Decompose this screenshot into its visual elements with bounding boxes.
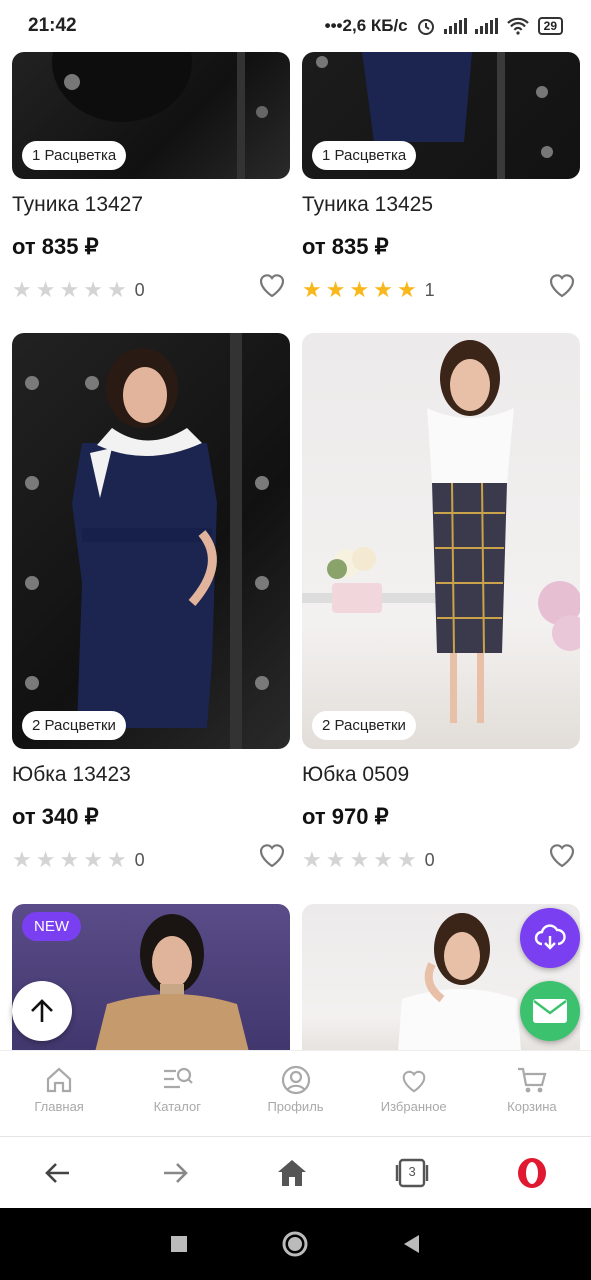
bottom-tab-bar: Главная Каталог Профиль Избранное Корзин… (0, 1050, 591, 1136)
rating-row: ★ ★ ★ ★ ★ 0 (12, 274, 290, 304)
star-icon: ★ (373, 277, 393, 302)
product-photo[interactable]: 2 Расцветки (302, 333, 580, 749)
star-icon: ★ (59, 847, 80, 872)
color-count-badge: 1 Расцветка (312, 141, 417, 170)
tab-profile[interactable]: Профиль (236, 1051, 354, 1136)
star-icon: ★ (35, 277, 56, 302)
new-badge: NEW (22, 912, 81, 941)
color-count-badge: 1 Расцветка (22, 141, 127, 170)
product-title[interactable]: Юбка 0509 (302, 763, 580, 787)
star-icon: ★ (106, 847, 127, 872)
star-icon: ★ (349, 847, 370, 872)
star-icon: ★ (83, 847, 103, 872)
tab-favorites[interactable]: Избранное (355, 1051, 473, 1136)
download-app-button[interactable] (520, 908, 580, 968)
rating-stars: ★ ★ ★ ★ ★ (12, 279, 127, 301)
back-arrow-icon[interactable] (43, 1158, 73, 1188)
network-speed: •••2,6 КБ/с (324, 16, 408, 35)
product-card[interactable]: 2 Расцветки Юбка 13423 от 340 ₽ ★ ★ ★ ★ ★ 0 (12, 333, 290, 874)
rating-row: ★ ★ ★ ★ ★ 0 (302, 844, 580, 874)
browser-toolbar: 3 (0, 1136, 591, 1208)
rating-stars: ★ ★ ★ ★ ★ (302, 279, 417, 301)
heart-icon (402, 1070, 426, 1093)
product-photo[interactable]: 1 Расцветка (12, 52, 290, 179)
forward-arrow-icon[interactable] (160, 1158, 190, 1188)
review-count: 0 (134, 849, 145, 870)
battery-icon: 29 (537, 17, 563, 35)
tab-label: Главная (34, 1099, 84, 1114)
product-photo[interactable]: 2 Расцветки (12, 333, 290, 749)
review-count: 1 (424, 279, 435, 300)
color-count-badge: 2 Расцветки (312, 711, 416, 740)
opera-logo-icon[interactable] (516, 1157, 548, 1189)
tab-cart[interactable]: Корзина (473, 1051, 591, 1136)
star-icon: ★ (325, 847, 346, 872)
system-navigation-bar (0, 1208, 591, 1280)
review-count: 0 (134, 279, 145, 300)
star-icon: ★ (83, 277, 103, 302)
star-icon: ★ (302, 277, 322, 302)
favorite-heart-icon[interactable] (256, 838, 288, 870)
alarm-icon (417, 19, 434, 35)
product-price: от 835 ₽ (302, 234, 389, 259)
star-icon: ★ (302, 847, 322, 872)
review-count: 0 (424, 849, 435, 870)
back-triangle-icon[interactable] (401, 1233, 423, 1255)
rating-row: ★ ★ ★ ★ ★ 0 (12, 844, 290, 874)
product-title[interactable]: Туника 13425 (302, 193, 580, 217)
product-title[interactable]: Туника 13427 (12, 193, 290, 217)
wifi-icon (506, 17, 529, 35)
cart-icon (517, 1067, 547, 1093)
rating-stars: ★ ★ ★ ★ ★ (12, 849, 127, 871)
star-icon: ★ (106, 277, 127, 302)
tab-catalog[interactable]: Каталог (118, 1051, 236, 1136)
tab-label: Каталог (153, 1099, 201, 1114)
recents-icon[interactable] (169, 1234, 189, 1254)
product-photo[interactable]: 1 Расцветка (302, 52, 580, 179)
favorite-heart-icon[interactable] (546, 268, 578, 300)
star-icon: ★ (325, 277, 346, 302)
tab-label: Профиль (267, 1099, 324, 1114)
catalog-search-icon (164, 1067, 194, 1089)
rating-stars: ★ ★ ★ ★ ★ (302, 849, 417, 871)
mail-button[interactable] (520, 981, 580, 1041)
product-title[interactable]: Юбка 13423 (12, 763, 290, 787)
star-icon: ★ (349, 277, 370, 302)
tab-home[interactable]: Главная (0, 1051, 118, 1136)
home-circle-icon[interactable] (281, 1230, 309, 1258)
tab-label: Избранное (380, 1099, 447, 1114)
home-icon[interactable] (276, 1158, 308, 1188)
signal-icon-2 (474, 18, 498, 34)
star-icon: ★ (396, 277, 417, 302)
cloud-download-icon (534, 924, 566, 950)
profile-icon (281, 1065, 310, 1095)
tab-label: Корзина (507, 1099, 557, 1114)
arrow-up-icon (31, 999, 53, 1022)
color-count-badge: 2 Расцветки (22, 711, 126, 740)
status-bar: 21:42 •••2,6 КБ/с 29 (0, 0, 591, 52)
product-price: от 340 ₽ (12, 804, 99, 829)
favorite-heart-icon[interactable] (256, 268, 288, 300)
product-card[interactable]: 1 Расцветка Туника 13425 от 835 ₽ ★ ★ ★ ★ ★ … (302, 52, 580, 304)
scroll-top-button[interactable] (12, 981, 72, 1041)
star-icon: ★ (396, 847, 417, 872)
product-feed[interactable]: 1 Расцветка Туника 13427 от 835 ₽ ★ ★ ★ ★ ★ … (0, 52, 591, 1050)
favorite-heart-icon[interactable] (546, 838, 578, 870)
star-icon: ★ (373, 847, 393, 872)
star-icon: ★ (59, 277, 80, 302)
rating-row: ★ ★ ★ ★ ★ 1 (302, 274, 580, 304)
star-icon: ★ (35, 847, 56, 872)
mail-icon (533, 999, 567, 1023)
product-card[interactable]: 2 Расцветки Юбка 0509 от 970 ₽ ★ ★ ★ ★ ★ 0 (302, 333, 580, 874)
product-card[interactable]: 1 Расцветка Туника 13427 от 835 ₽ ★ ★ ★ ★ ★ … (12, 52, 290, 304)
product-price: от 835 ₽ (12, 234, 99, 259)
tabs-counter[interactable]: 3 (395, 1157, 429, 1189)
home-icon (46, 1067, 72, 1093)
status-time: 21:42 (28, 15, 77, 36)
star-icon: ★ (12, 277, 32, 302)
star-icon: ★ (12, 847, 32, 872)
signal-icon (443, 18, 467, 34)
product-price: от 970 ₽ (302, 804, 389, 829)
